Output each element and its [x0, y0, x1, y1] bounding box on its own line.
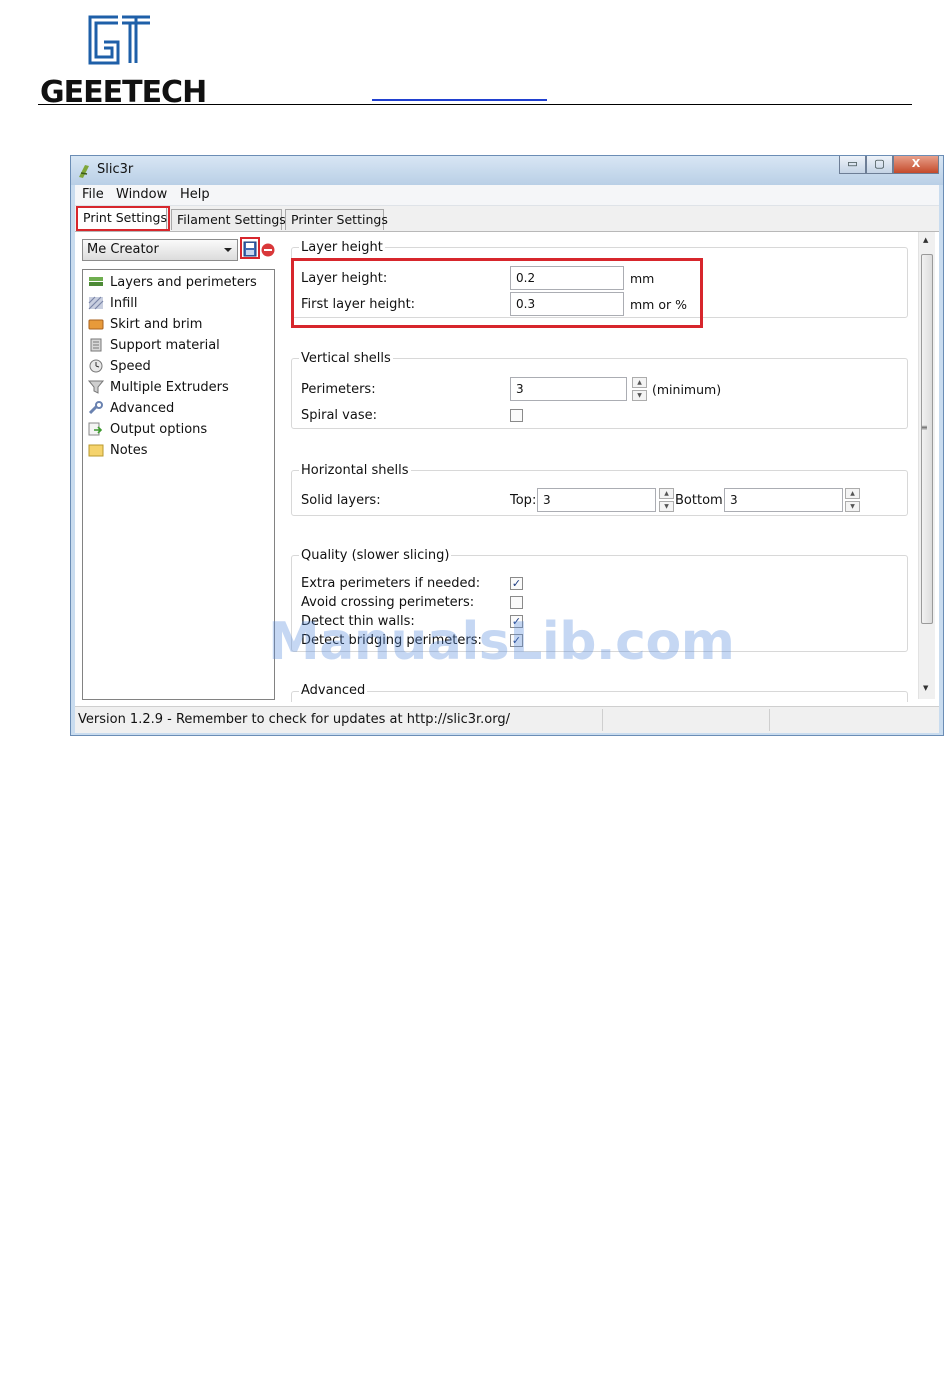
header-link-underline[interactable]: [372, 99, 547, 101]
support-icon: [90, 338, 102, 352]
top-layers-stepper[interactable]: ▲ ▼: [659, 488, 674, 512]
top-layers-input[interactable]: 3: [537, 488, 656, 512]
group-title-vertical-shells: Vertical shells: [299, 351, 393, 366]
menu-bar: File Window Help: [75, 185, 939, 206]
watermark-text: ManualsLib.com: [268, 612, 735, 672]
preset-dropdown[interactable]: Me Creator: [82, 239, 238, 261]
page-item-skirt-and-brim[interactable]: Skirt and brim: [88, 314, 202, 334]
perimeters-input[interactable]: 3: [510, 377, 627, 401]
group-title-layer-height: Layer height: [299, 240, 385, 255]
extra-perimeters-label: Extra perimeters if needed:: [301, 576, 481, 591]
output-icon: [88, 422, 103, 436]
scroll-up-icon[interactable]: ▲: [923, 236, 928, 244]
wrench-icon: [88, 401, 103, 415]
bottom-layers-stepper[interactable]: ▲ ▼: [845, 488, 860, 512]
group-title-horizontal-shells: Horizontal shells: [299, 463, 411, 478]
page-item-infill[interactable]: Infill: [88, 293, 138, 313]
maximize-button[interactable]: ▢: [866, 156, 893, 174]
page-item-speed[interactable]: Speed: [88, 356, 151, 376]
window-title: Slic3r: [97, 162, 134, 177]
group-title-advanced: Advanced: [299, 683, 368, 698]
page-item-layers-and-perimeters[interactable]: Layers and perimeters: [88, 272, 257, 292]
status-separator: [769, 709, 770, 731]
geeetech-logo: GEEETECH: [40, 14, 207, 108]
status-text: Version 1.2.9 - Remember to check for up…: [78, 712, 510, 727]
layers-icon: [89, 277, 103, 286]
notes-icon: [88, 444, 104, 457]
slic3r-app-icon: [79, 165, 89, 178]
delete-preset-icon[interactable]: [261, 243, 275, 257]
settings-page-list: Layers and perimeters Infill Skirt and b…: [82, 269, 275, 700]
page-item-output-options[interactable]: Output options: [88, 419, 207, 439]
window-titlebar[interactable]: Slic3r ▭ ▢ X: [71, 156, 943, 185]
scrollbar-thumb[interactable]: [921, 254, 933, 624]
group-title-quality: Quality (slower slicing): [299, 548, 452, 563]
bottom-layers-label: Bottom:: [675, 493, 728, 508]
perimeters-unit: (minimum): [652, 382, 722, 397]
infill-icon: [88, 296, 104, 310]
spiral-vase-label: Spiral vase:: [301, 408, 377, 423]
skirt-icon: [88, 319, 104, 330]
extra-perimeters-checkbox[interactable]: ✓: [510, 577, 523, 590]
speed-icon: [89, 359, 103, 373]
avoid-crossing-checkbox[interactable]: [510, 596, 523, 609]
group-advanced: [291, 691, 908, 702]
scroll-down-icon[interactable]: ▼: [923, 684, 928, 692]
avoid-crossing-label: Avoid crossing perimeters:: [301, 595, 475, 610]
save-preset-highlight: [240, 237, 260, 259]
perimeters-stepper[interactable]: ▲ ▼: [632, 377, 647, 401]
header-divider: [38, 104, 912, 105]
close-button[interactable]: X: [893, 156, 939, 174]
funnel-icon: [88, 380, 104, 394]
spiral-vase-checkbox[interactable]: [510, 409, 523, 422]
status-bar: Version 1.2.9 - Remember to check for up…: [75, 706, 939, 733]
menu-window[interactable]: Window: [116, 187, 167, 202]
status-separator: [602, 709, 603, 731]
solid-layers-label: Solid layers:: [301, 493, 381, 508]
tab-printer-settings[interactable]: Printer Settings: [285, 209, 388, 230]
chevron-down-icon: [224, 248, 232, 252]
page-item-multiple-extruders[interactable]: Multiple Extruders: [88, 377, 229, 397]
page-item-support-material[interactable]: Support material: [88, 335, 220, 355]
options-scrollbar[interactable]: ▲ ≡ ▼: [918, 232, 935, 699]
top-layers-label: Top:: [510, 493, 537, 508]
preset-selected: Me Creator: [87, 242, 159, 257]
bottom-layers-input[interactable]: 3: [724, 488, 843, 512]
grip-icon: ≡: [921, 423, 928, 432]
minimize-button[interactable]: ▭: [839, 156, 866, 174]
print-settings-highlight: [76, 206, 170, 231]
perimeters-label: Perimeters:: [301, 382, 376, 397]
menu-help[interactable]: Help: [180, 187, 210, 202]
page-item-notes[interactable]: Notes: [88, 440, 148, 460]
page-item-advanced[interactable]: Advanced: [88, 398, 174, 418]
tab-filament-settings[interactable]: Filament Settings: [171, 209, 286, 230]
menu-file[interactable]: File: [82, 187, 104, 202]
settings-tabs: Print Settings Filament Settings Printer…: [75, 206, 939, 231]
layer-height-highlight: [291, 258, 703, 328]
geeetech-gt-mark-icon: [88, 15, 150, 65]
